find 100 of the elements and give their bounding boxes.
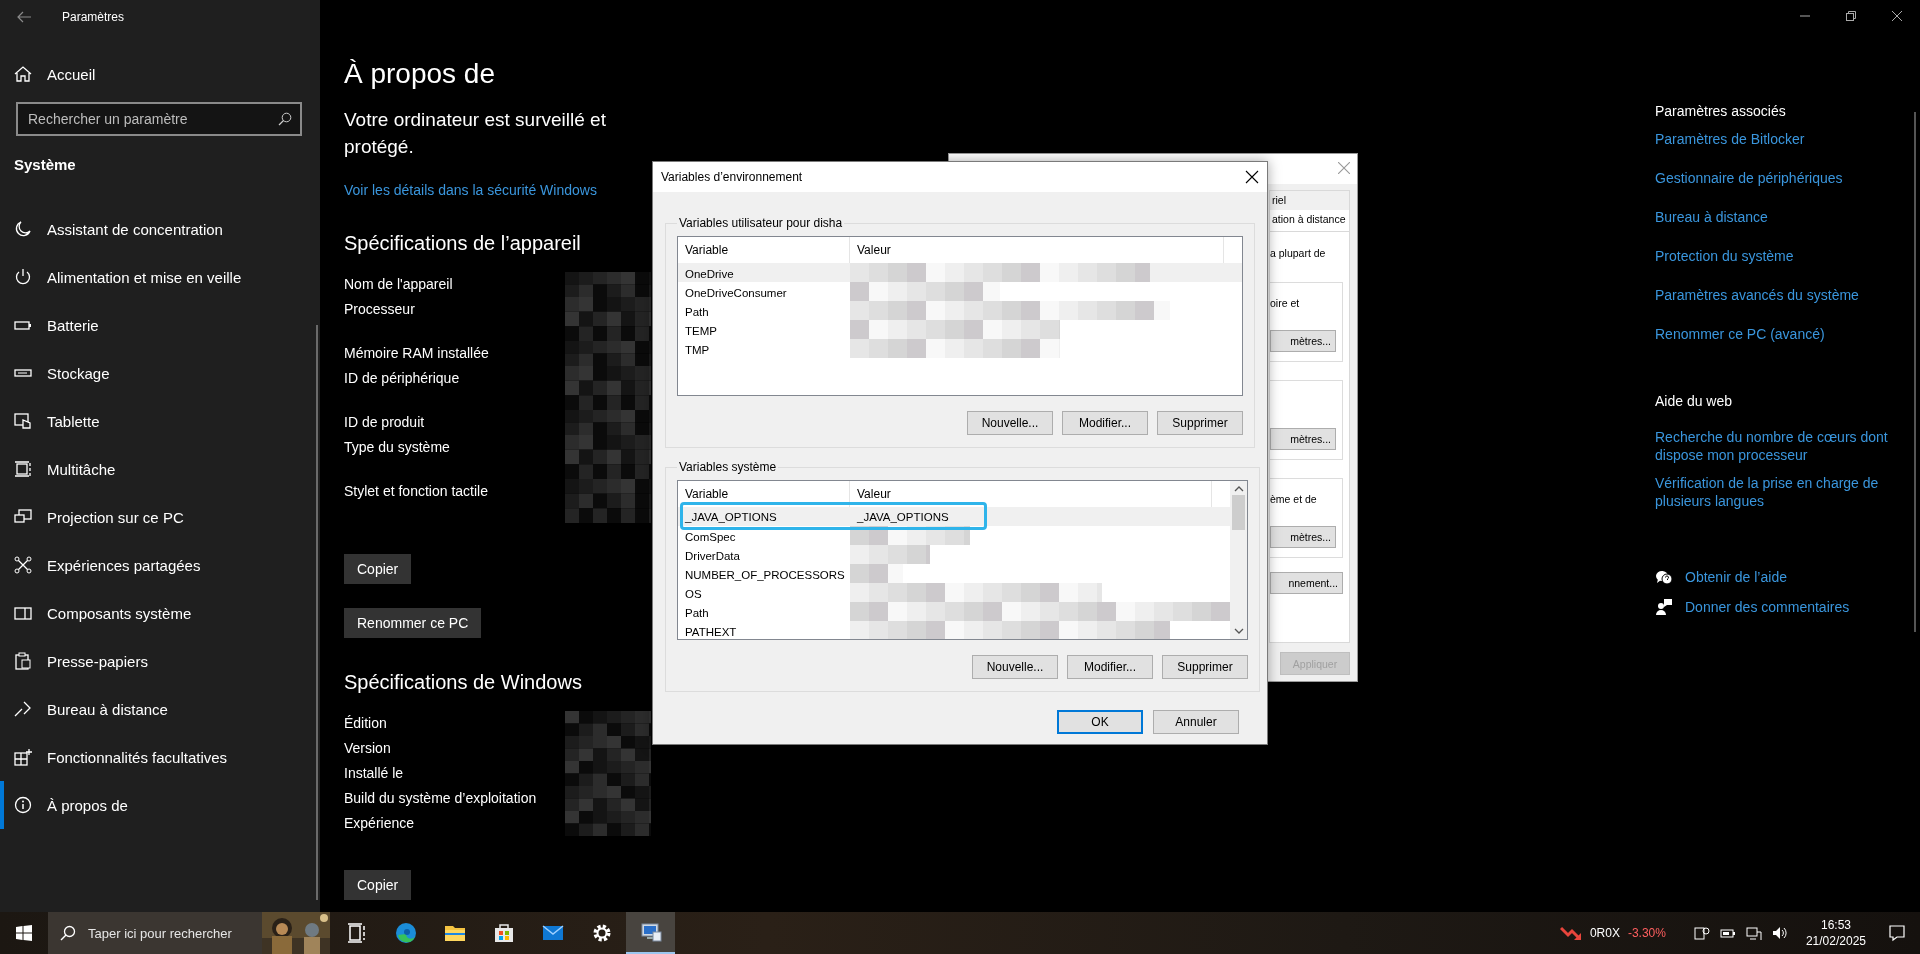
table-cell-text: TMP	[684, 343, 711, 356]
spec-label: Expérience	[344, 814, 416, 833]
multitask-icon	[14, 460, 32, 478]
home-item[interactable]: Accueil	[0, 54, 320, 94]
spec-label: Version	[344, 739, 392, 758]
sidebar-item[interactable]: Alimentation et mise en veille	[0, 253, 320, 301]
variable-row[interactable]: _JAVA_OPTIONS _JAVA_OPTIONS	[678, 507, 1230, 526]
dialog-button[interactable]: Supprimer	[1162, 655, 1248, 679]
support-link[interactable]: Donner des commentaires	[1685, 599, 1850, 615]
dialog-title: Variables d’environnement	[661, 170, 803, 184]
search-icon	[278, 112, 292, 126]
security-link[interactable]: Voir les détails dans la sécurité Windows	[344, 182, 597, 198]
dialog-button[interactable]: Nouvelle...	[967, 411, 1053, 435]
related-link[interactable]: Paramètres avancés du système	[1655, 285, 1920, 305]
variable-row[interactable]: OneDriveConsumer	[678, 282, 1242, 301]
copy-button[interactable]: Copier	[344, 870, 412, 900]
variable-row[interactable]: OneDrive	[678, 263, 1242, 282]
variable-row[interactable]: Path	[678, 301, 1242, 320]
panel-heading: Paramètres associés	[1655, 102, 1787, 121]
sidebar-item[interactable]: Multitâche	[0, 445, 320, 493]
help-link[interactable]: Recherche du nombre de cœurs dont dispose mon processeur	[1655, 428, 1900, 464]
window-title: Paramètres	[62, 10, 125, 24]
monitor-icon	[14, 508, 32, 526]
power-icon	[14, 268, 32, 286]
table-cell-text: _JAVA_OPTIONS	[856, 510, 950, 523]
browser-icon[interactable]	[393, 921, 418, 945]
close-icon	[1892, 11, 1902, 21]
rename-button[interactable]: Renommer ce PC	[344, 608, 482, 638]
environment-button[interactable]: nnement...	[1270, 572, 1343, 594]
related-link[interactable]: Protection du système	[1655, 246, 1920, 266]
dialog-button[interactable]: Annuler	[1153, 710, 1239, 734]
dialog-button[interactable]: Modifier...	[1062, 411, 1148, 435]
sidebar-item[interactable]: Composants système	[0, 589, 320, 637]
section-title: Système	[14, 155, 77, 175]
sidebar-item[interactable]: Stockage	[0, 349, 320, 397]
network-icon[interactable]	[1745, 925, 1762, 941]
sidebar-item[interactable]: Batterie	[0, 301, 320, 349]
table-cell-text: Path	[684, 305, 710, 318]
sidebar-item[interactable]: Assistant de concentration	[0, 205, 320, 253]
table-cell-text: DriverData	[684, 549, 741, 562]
group-text: ème et de	[1270, 493, 1318, 505]
scrollbar-thumb[interactable]	[1232, 495, 1245, 530]
help-link[interactable]: Vérification de la prise en charge de plusieurs langues	[1655, 474, 1900, 510]
settings-button[interactable]: mètres...	[1270, 330, 1336, 352]
table-cell-text: ComSpec	[684, 530, 737, 543]
back-arrow-icon[interactable]	[16, 9, 32, 25]
sidebar-item[interactable]: Projection sur ce PC	[0, 493, 320, 541]
restore-icon	[1846, 11, 1856, 21]
related-link[interactable]: Paramètres de Bitlocker	[1655, 129, 1920, 149]
info-icon	[14, 796, 32, 814]
dialog-button[interactable]: Modifier...	[1067, 655, 1153, 679]
home-icon	[14, 65, 32, 83]
dialog-button[interactable]: OK	[1057, 710, 1143, 734]
scrollbar[interactable]	[1914, 112, 1916, 632]
variable-row[interactable]: PATHEXT	[678, 621, 1230, 639]
dialog-button[interactable]: Nouvelle...	[972, 655, 1058, 679]
spec-label: Build du système d’exploitation	[344, 789, 538, 808]
variable-row[interactable]: TMP	[678, 339, 1242, 358]
close-icon[interactable]	[1245, 170, 1259, 184]
table-cell-text: OS	[684, 587, 703, 600]
variable-row[interactable]: ComSpec	[678, 526, 1230, 545]
variable-row[interactable]: NUMBER_OF_PROCESSORS	[678, 564, 1230, 583]
settings-button[interactable]: mètres...	[1270, 428, 1336, 450]
clipboard-icon	[14, 652, 32, 670]
support-link[interactable]: Obtenir de l’aide	[1685, 569, 1787, 585]
spec-label: ID de produit	[344, 413, 426, 432]
dialog-button[interactable]: Supprimer	[1157, 411, 1243, 435]
sidebar-item[interactable]: Tablette	[0, 397, 320, 445]
sidebar-item[interactable]: Fonctionnalités facultatives	[0, 733, 320, 781]
spec-label: Nom de l'appareil	[344, 275, 454, 294]
section-heading: Spécifications de l’appareil	[344, 231, 581, 256]
search-box[interactable]: Rechercher un paramètre	[16, 102, 302, 136]
search-field[interactable]: Rechercher un paramètre	[26, 110, 278, 128]
settings-button[interactable]: mètres...	[1270, 526, 1336, 548]
scrollbar[interactable]	[1230, 481, 1247, 639]
variable-row[interactable]: TEMP	[678, 320, 1242, 339]
tab[interactable]: ation à distance	[1270, 210, 1350, 231]
windows-logo-icon	[16, 925, 32, 941]
related-link[interactable]: Renommer ce PC (avancé)	[1655, 324, 1920, 344]
variable-row[interactable]: Path	[678, 602, 1230, 621]
sidebar-item[interactable]: Presse-papiers	[0, 637, 320, 685]
related-link[interactable]: Bureau à distance	[1655, 207, 1920, 227]
trend-down-icon[interactable]	[1559, 925, 1582, 941]
moon-icon	[14, 220, 32, 238]
sidebar-item[interactable]: Bureau à distance	[0, 685, 320, 733]
computer-icon[interactable]	[638, 920, 663, 944]
related-link[interactable]: Gestionnaire de périphériques	[1655, 168, 1920, 188]
people-icon[interactable]	[1693, 925, 1710, 941]
grid-plus-icon	[14, 748, 32, 766]
sidebar-item[interactable]: À propos de	[0, 781, 320, 829]
variable-row[interactable]: DriverData	[678, 545, 1230, 564]
copy-button[interactable]: Copier	[344, 554, 412, 584]
spec-label: Stylet et fonction tactile	[344, 482, 489, 501]
notification-icon[interactable]	[1888, 924, 1906, 942]
tab[interactable]: riel	[1270, 191, 1350, 210]
scrollbar[interactable]	[316, 325, 318, 900]
speaker-icon[interactable]	[1771, 925, 1788, 941]
clock[interactable]: 16:53 21/02/2025	[1805, 917, 1866, 949]
variable-row[interactable]: OS	[678, 583, 1230, 602]
sidebar-item[interactable]: Expériences partagées	[0, 541, 320, 589]
